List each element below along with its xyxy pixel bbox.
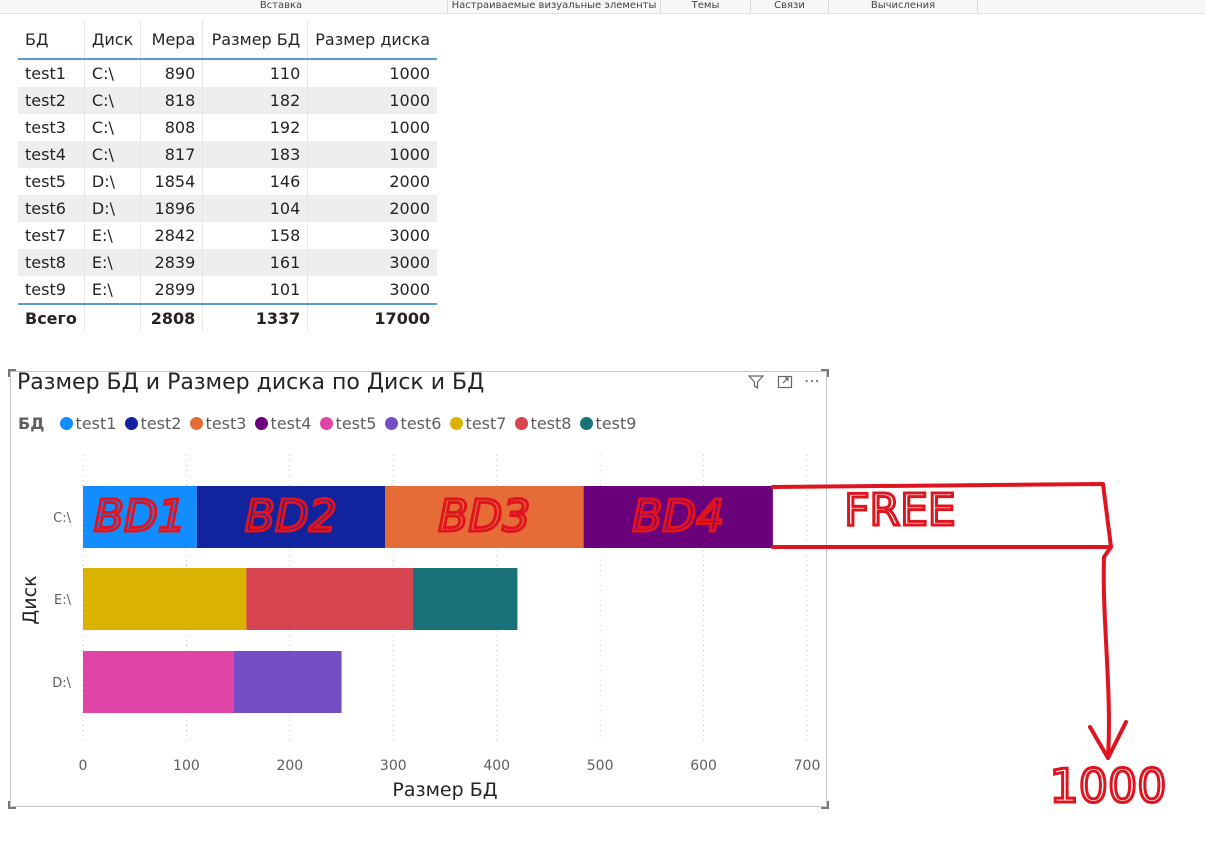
x-tick-label: 700 <box>794 758 821 774</box>
annotation-segment-label: BD3 <box>438 491 530 542</box>
x-axis-title: Размер БД <box>392 779 497 801</box>
stacked-bar-chart: 0 100 200 300 400 500 600 700 C:\ E:\ D:\ Размер БД… <box>19 455 1168 815</box>
annotation-arrow-line <box>1101 545 1113 760</box>
annotation-segment-label: BD2 <box>245 491 337 542</box>
x-tick-label: 0 <box>79 758 88 774</box>
bar-segment-test8 <box>246 568 413 630</box>
y-tick-label: D:\ <box>52 676 71 691</box>
x-tick-label: 300 <box>380 758 407 774</box>
x-tick-label: 100 <box>173 758 200 774</box>
bar-segment-test7 <box>83 568 247 630</box>
annotation-disk-size-label: 1000 <box>1049 759 1166 813</box>
bar-segment-test9 <box>412 568 518 630</box>
y-tick-label: E:\ <box>54 593 72 608</box>
x-tick-label: 500 <box>587 758 614 774</box>
annotation-segment-label: BD4 <box>632 491 724 542</box>
bar-segment-test6 <box>234 651 342 713</box>
bar-segment-test5 <box>83 651 235 713</box>
y-tick-label: C:\ <box>53 511 71 526</box>
annotation-free-label: FREE <box>844 485 955 536</box>
annotation-segment-label: BD1 <box>94 491 186 542</box>
x-tick-label: 600 <box>690 758 717 774</box>
x-tick-label: 400 <box>483 758 510 774</box>
x-tick-label: 200 <box>276 758 303 774</box>
y-axis-title: Диск <box>19 575 41 624</box>
